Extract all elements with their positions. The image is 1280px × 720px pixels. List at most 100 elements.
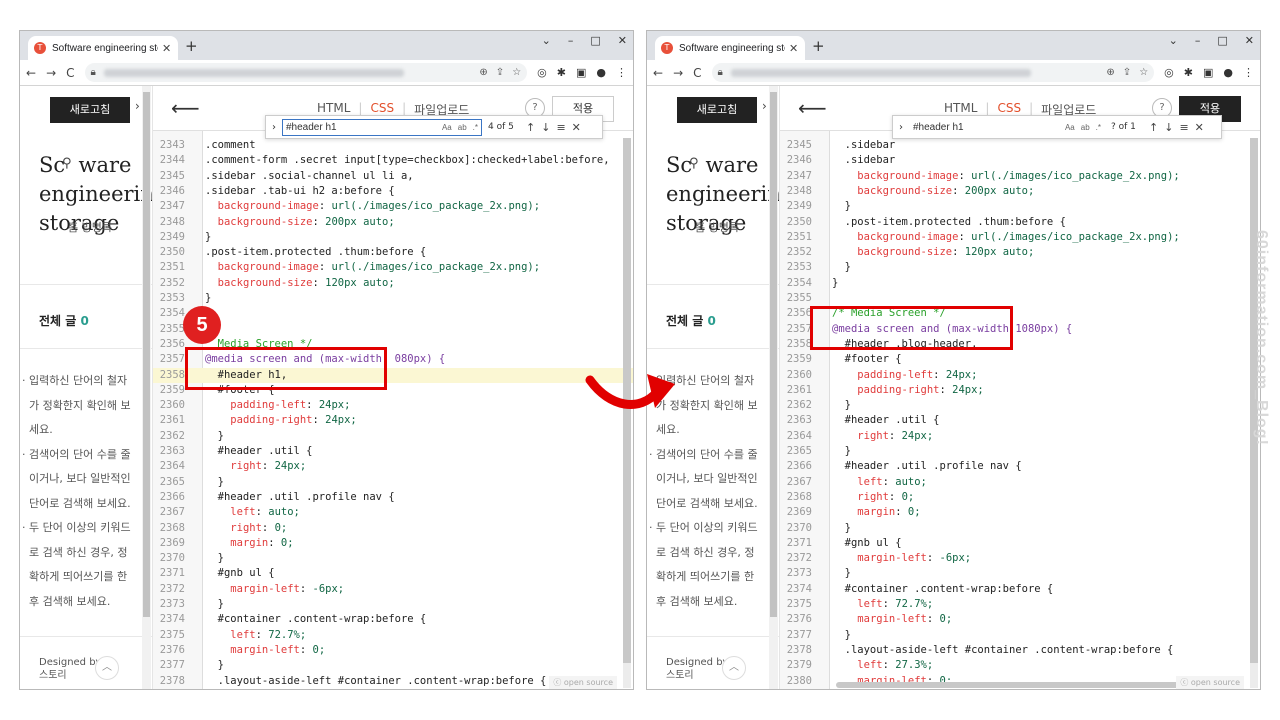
new-tab-button[interactable]: + — [812, 37, 825, 55]
code-line[interactable]: 2378 .layout-aside-left #container .cont… — [780, 643, 1260, 658]
find-close-icon[interactable]: ✕ — [572, 121, 581, 134]
code-line[interactable]: 2372 margin-left: -6px; — [153, 582, 633, 597]
code-line[interactable]: 2365 } — [153, 475, 633, 490]
search-icon[interactable]: ⚲ — [62, 156, 72, 171]
code-line[interactable]: 2371 #gnb ul { — [780, 536, 1260, 551]
forward-icon[interactable]: → — [46, 66, 56, 80]
code-line[interactable]: 2369 margin: 0; — [780, 505, 1260, 520]
collapse-chevron-icon[interactable]: › — [135, 99, 140, 113]
address-bar[interactable]: 🔒︎ ⊕ ⇪ ☆ — [84, 63, 528, 82]
regex-icon[interactable]: .* — [473, 120, 478, 135]
code-line[interactable]: 2367 left: auto; — [780, 475, 1260, 490]
code-line[interactable]: 2344 .comment-form .secret input[type=che… — [153, 153, 633, 168]
back-icon[interactable]: ← — [26, 66, 36, 80]
code-line[interactable]: 2346 .sidebar — [780, 153, 1260, 168]
next-match-icon[interactable]: ↓ — [1164, 121, 1173, 134]
code-line[interactable]: 2353} — [153, 291, 633, 306]
forward-icon[interactable]: → — [673, 66, 683, 80]
regex-icon[interactable]: .* — [1096, 120, 1101, 135]
code-line[interactable]: 2354} — [780, 276, 1260, 291]
scroll-top-button[interactable]: ︿ — [95, 656, 119, 680]
blog-nav[interactable]: 홈 방명록 — [695, 219, 739, 235]
menu-kebab-icon[interactable]: ⋮ — [616, 66, 627, 79]
find-in-selection-icon[interactable]: ≡ — [556, 121, 565, 134]
code-line[interactable]: 2361 padding-right: 24px; — [780, 383, 1260, 398]
code-line[interactable]: 2351 background-image: url(./images/ico_… — [780, 230, 1260, 245]
code-line[interactable]: 2375 left: 72.7%; — [153, 628, 633, 643]
menu-kebab-icon[interactable]: ⋮ — [1243, 66, 1254, 79]
lock-icon[interactable]: 🔒︎ — [91, 67, 96, 78]
code-line[interactable]: 2373 } — [153, 597, 633, 612]
match-case-icon[interactable]: Aa — [442, 120, 452, 135]
code-line[interactable]: 2362 } — [780, 398, 1260, 413]
zoom-icon[interactable]: ⊕ — [1106, 67, 1114, 78]
close-window-button[interactable]: ✕ — [618, 34, 627, 47]
code-line[interactable]: 2366 #header .util .profile nav { — [780, 459, 1260, 474]
sidepanel-icon[interactable]: ▣ — [1203, 66, 1213, 79]
blog-nav[interactable]: 홈 방명록 — [68, 219, 112, 235]
code-line[interactable]: 2371 #gnb ul { — [153, 566, 633, 581]
camera-icon[interactable]: ◎ — [537, 66, 547, 79]
code-line[interactable]: 2367 left: auto; — [153, 505, 633, 520]
tab-close-icon[interactable]: ✕ — [789, 42, 798, 55]
code-line[interactable]: 2360 padding-left: 24px; — [153, 398, 633, 413]
code-line[interactable]: 2374 #container .content-wrap:before { — [153, 612, 633, 627]
code-line[interactable]: 2350 .post-item.protected .thum:before { — [153, 245, 633, 260]
code-line[interactable]: 2363 #header .util { — [153, 444, 633, 459]
code-line[interactable]: 2376 margin-left: 0; — [780, 612, 1260, 627]
code-line[interactable]: 2350 .post-item.protected .thum:before { — [780, 215, 1260, 230]
refresh-button[interactable]: 새로고침 — [677, 97, 757, 123]
code-hscrollbar[interactable] — [836, 682, 1186, 688]
code-line[interactable]: 2348 background-size: 200px auto; — [153, 215, 633, 230]
scroll-top-button[interactable]: ︿ — [722, 656, 746, 680]
sidepanel-icon[interactable]: ▣ — [576, 66, 586, 79]
reload-icon[interactable]: C — [693, 66, 701, 80]
code-line[interactable]: 2346 .sidebar .tab-ui h2 a:before { — [153, 184, 633, 199]
new-tab-button[interactable]: + — [185, 37, 198, 55]
minimize-button[interactable]: – — [568, 34, 574, 47]
code-line[interactable]: 2355 — [153, 322, 633, 337]
code-line[interactable]: 2369 margin: 0; — [153, 536, 633, 551]
code-line[interactable]: 2365 } — [780, 444, 1260, 459]
lock-icon[interactable]: 🔒︎ — [718, 67, 723, 78]
code-line[interactable]: 2375 left: 72.7%; — [780, 597, 1260, 612]
code-line[interactable]: 2353 } — [780, 260, 1260, 275]
code-line[interactable]: 2352 background-size: 120px auto; — [780, 245, 1260, 260]
code-line[interactable]: 2349} — [153, 230, 633, 245]
code-line[interactable]: 2349 } — [780, 199, 1260, 214]
code-line[interactable]: 2368 right: 0; — [780, 490, 1260, 505]
prev-match-icon[interactable]: ↑ — [1149, 121, 1158, 134]
tab-close-icon[interactable]: ✕ — [162, 42, 171, 55]
minimize-button[interactable]: – — [1195, 34, 1201, 47]
code-line[interactable]: 2363 #header .util { — [780, 413, 1260, 428]
code-line[interactable]: 2373 } — [780, 566, 1260, 581]
find-toggle-icon[interactable]: › — [272, 122, 276, 133]
find-input[interactable]: #header h1 Aa ab .* — [909, 119, 1105, 136]
bookmark-star-icon[interactable]: ☆ — [1139, 67, 1148, 78]
code-line[interactable]: 2364 right: 24px; — [153, 459, 633, 474]
code-line[interactable]: 2360 padding-left: 24px; — [780, 368, 1260, 383]
profile-avatar-icon[interactable]: ● — [1223, 66, 1233, 79]
code-line[interactable]: 2352 background-size: 120px auto; — [153, 276, 633, 291]
code-line[interactable]: 2345 .sidebar .social-channel ul li a, — [153, 169, 633, 184]
refresh-button[interactable]: 새로고침 — [50, 97, 130, 123]
search-icon[interactable]: ⚲ — [689, 156, 699, 171]
code-line[interactable]: 2348 background-size: 200px auto; — [780, 184, 1260, 199]
code-line[interactable]: 2364 right: 24px; — [780, 429, 1260, 444]
code-line[interactable]: 2351 background-image: url(./images/ico_… — [153, 260, 633, 275]
preview-scrollbar[interactable] — [142, 86, 151, 689]
browser-tab[interactable]: T Software engineering storage : ✕ — [28, 36, 178, 60]
back-arrow-icon[interactable]: ⟵ — [171, 96, 200, 120]
code-line[interactable]: 2379 left: 27.3%; — [780, 658, 1260, 673]
code-line[interactable]: 2355 — [780, 291, 1260, 306]
code-line[interactable]: 2372 margin-left: -6px; — [780, 551, 1260, 566]
code-line[interactable]: 2377 } — [153, 658, 633, 673]
code-line[interactable]: 2347 background-image: url(./images/ico_… — [153, 199, 633, 214]
share-icon[interactable]: ⇪ — [1123, 67, 1131, 78]
tab-search-icon[interactable]: ⌄ — [1169, 34, 1178, 47]
code-line[interactable]: 2354 — [153, 306, 633, 321]
reload-icon[interactable]: C — [66, 66, 74, 80]
code-line[interactable]: 2345 .sidebar — [780, 138, 1260, 153]
code-area[interactable]: 2345 .sidebar 2346 .sidebar 2347 backgroun… — [780, 138, 1260, 689]
code-area[interactable]: 2343 .comment 2344 .comment-form .secret in… — [153, 138, 633, 689]
